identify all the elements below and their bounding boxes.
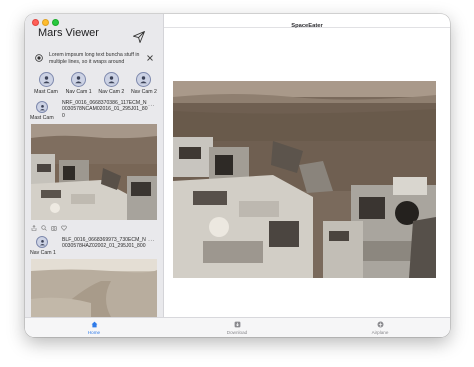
post-image-id: NRF_0016_0668370386_117ECM_N0030578NCAM0… xyxy=(62,100,148,119)
mars-rover-photo-large xyxy=(173,81,436,278)
person-icon xyxy=(39,104,45,110)
camera-avatar xyxy=(136,72,152,87)
window-title: SpaceEater xyxy=(291,23,323,29)
camera-avatar xyxy=(71,72,87,87)
close-icon[interactable] xyxy=(146,54,154,62)
camera-item-nav-cam-2[interactable]: Nav Cam 2 xyxy=(95,72,127,98)
more-options-button[interactable]: ··· xyxy=(148,238,155,244)
download-icon xyxy=(234,321,240,328)
post-camera-label: Mast Cam xyxy=(30,115,54,121)
airplane-icon xyxy=(377,321,383,328)
post-avatar xyxy=(36,236,48,248)
main-photo[interactable] xyxy=(173,81,436,278)
tab-bar: Home Download Airplane xyxy=(25,317,450,337)
person-icon xyxy=(75,76,82,84)
close-window-button[interactable] xyxy=(32,19,39,26)
camera-label: Mast Cam xyxy=(34,89,58,95)
title-bar: SpaceEater xyxy=(164,14,450,29)
post-image-id: BLF_0016_0668369973_730ECM_N0030578HAZ02… xyxy=(62,237,146,250)
tab-home[interactable]: Home xyxy=(64,321,124,335)
app-title: Mars Viewer xyxy=(38,27,99,39)
mars-terrain-photo xyxy=(31,259,157,317)
info-banner: Lorem impsum long text buncha stuff in m… xyxy=(35,51,159,67)
banner-text: Lorem impsum long text buncha stuff in m… xyxy=(49,52,140,65)
sidebar: Mars Viewer Lorem impsum long text bunch… xyxy=(25,14,164,317)
zoom-window-button[interactable] xyxy=(52,19,59,26)
mars-rover-photo xyxy=(31,124,157,220)
camera-icon[interactable] xyxy=(51,225,57,231)
heart-icon[interactable] xyxy=(61,225,67,231)
person-icon xyxy=(140,76,148,84)
person-icon xyxy=(108,76,115,84)
camera-item-nav-cam-2b[interactable]: Nav Cam 2 xyxy=(128,72,160,98)
app-window: Mars Viewer Lorem impsum long text bunch… xyxy=(25,14,450,337)
camera-label: Nav Cam 1 xyxy=(65,89,92,95)
record-icon xyxy=(35,54,43,62)
tab-label: Home xyxy=(87,330,101,335)
more-options-button[interactable]: ··· xyxy=(148,103,155,109)
minimize-window-button[interactable] xyxy=(42,19,49,26)
tab-label: Download xyxy=(226,330,248,335)
post-camera-label: Nav Cam 1 xyxy=(30,250,56,256)
zoom-icon[interactable] xyxy=(41,225,47,231)
camera-label: Nav Cam 2 xyxy=(130,89,157,95)
home-icon xyxy=(91,321,97,328)
post-actions xyxy=(31,225,67,231)
desktop: Mars Viewer Lorem impsum long text bunch… xyxy=(0,0,474,367)
paper-plane-icon xyxy=(133,31,145,43)
post-photo[interactable] xyxy=(31,124,157,220)
camera-avatar xyxy=(103,72,119,87)
tab-airplane[interactable]: Airplane xyxy=(350,321,410,335)
post-photo[interactable] xyxy=(31,259,157,317)
camera-filter-list: Mast Cam Nav Cam 1 Nav Cam 2 Nav Cam 2 xyxy=(30,72,160,98)
tab-label: Airplane xyxy=(371,330,389,335)
person-icon xyxy=(39,239,45,245)
camera-item-nav-cam-1[interactable]: Nav Cam 1 xyxy=(63,72,95,98)
camera-label: Nav Cam 2 xyxy=(98,89,125,95)
camera-item-mast-cam[interactable]: Mast Cam xyxy=(30,72,62,98)
window-controls xyxy=(32,19,59,26)
person-icon xyxy=(42,76,50,84)
post-avatar xyxy=(36,101,48,113)
share-icon[interactable] xyxy=(31,225,37,231)
tab-download[interactable]: Download xyxy=(207,321,267,335)
camera-avatar xyxy=(38,72,54,87)
send-button[interactable] xyxy=(132,30,146,44)
